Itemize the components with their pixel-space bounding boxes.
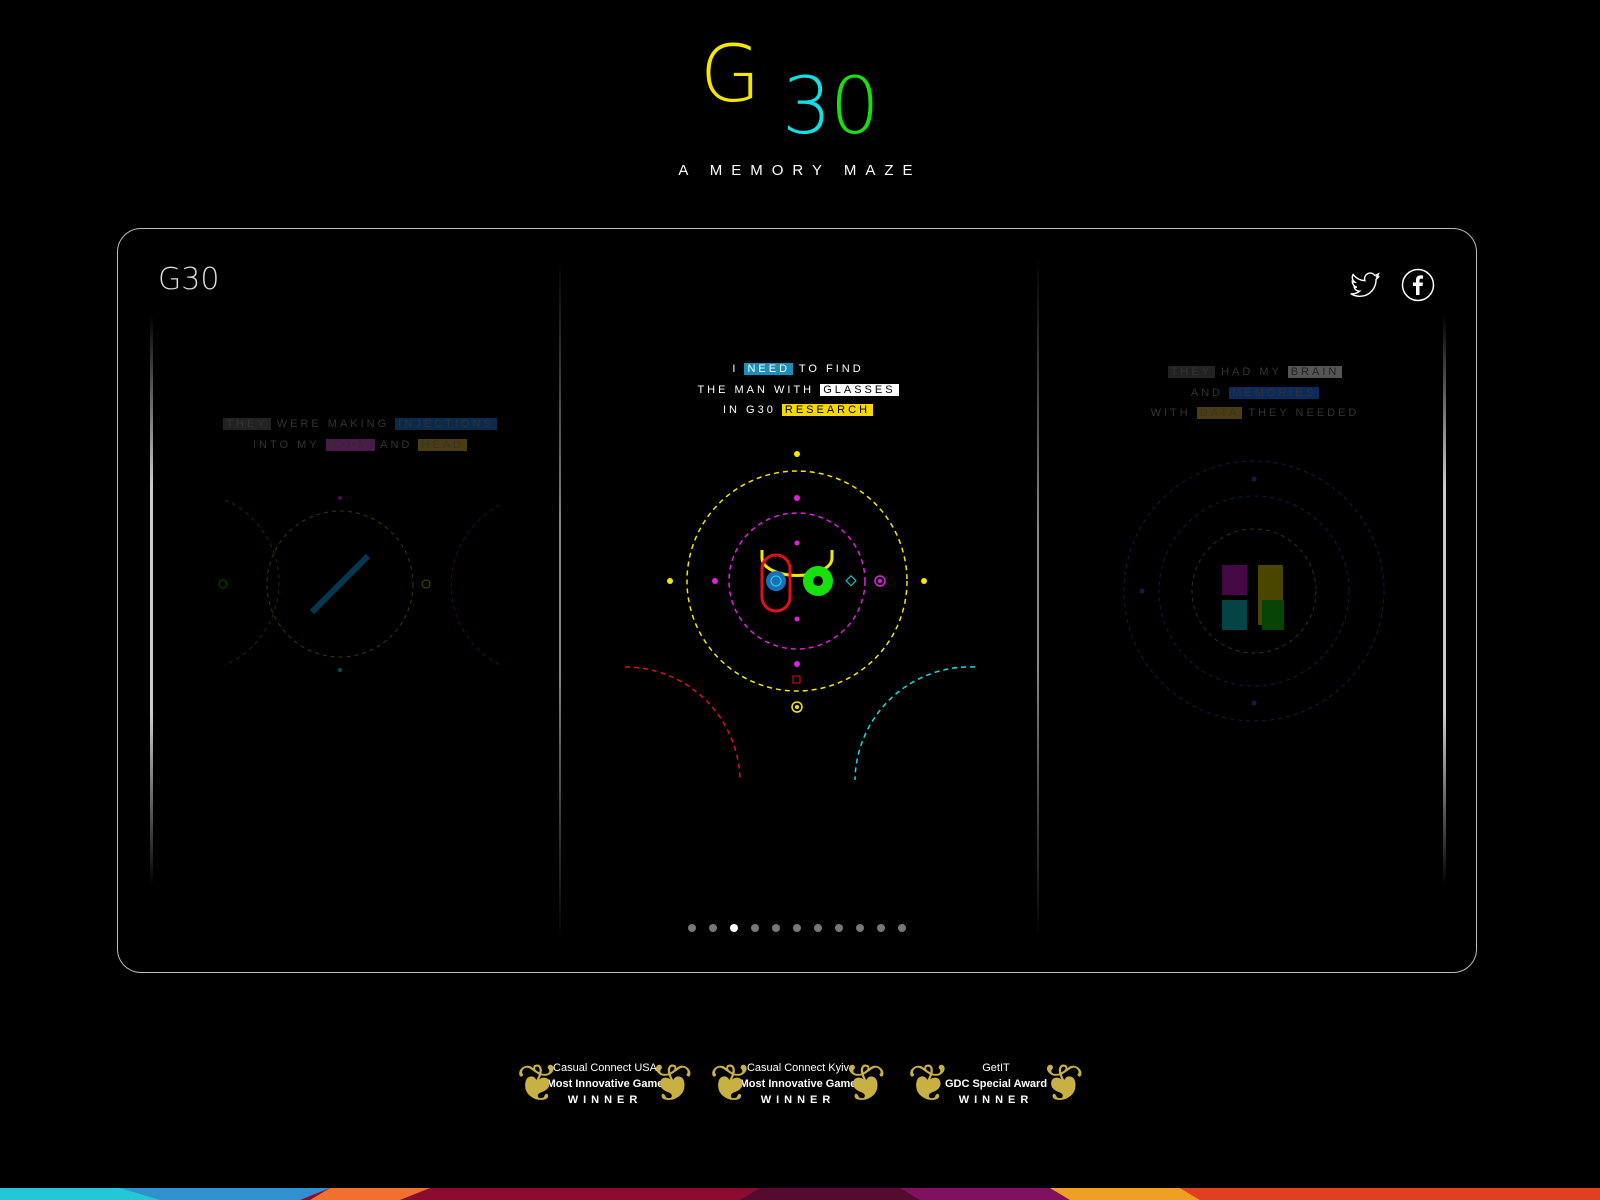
laurel-left-icon: ❦ [907,1055,951,1113]
pagination-dot[interactable] [688,924,696,932]
pagination-dot[interactable] [709,924,717,932]
award-badge: ❦ ❦ GetIT GDC Special Award WINNER [907,1050,1085,1120]
center-maze [624,451,976,781]
pagination-dot[interactable] [877,924,885,932]
left-maze [218,496,501,672]
pagination-dot[interactable] [793,924,801,932]
memory-maze-graphics [218,451,1385,781]
pagination-dot[interactable] [814,924,822,932]
laurel-left-icon: ❦ [709,1055,753,1113]
laurel-right-icon: ❦ [1041,1055,1085,1113]
color-strip [0,1188,1600,1200]
pagination-dot[interactable] [835,924,843,932]
award-badge: ❦ ❦ Casual Connect Kyiv Most Innovative G… [709,1050,887,1120]
pagination-dot[interactable] [898,924,906,932]
pagination-dot[interactable] [751,924,759,932]
award-badge: ❦ ❦ Casual Connect USA Most Innovative Ga… [516,1050,694,1120]
laurel-right-icon: ❦ [650,1055,694,1113]
pagination-dot[interactable] [856,924,864,932]
pagination-dot[interactable] [772,924,780,932]
pagination-dot[interactable] [730,924,738,932]
laurel-left-icon: ❦ [516,1055,560,1113]
right-maze [1123,460,1385,722]
laurel-right-icon: ❦ [843,1055,887,1113]
pagination-dots [688,924,906,932]
